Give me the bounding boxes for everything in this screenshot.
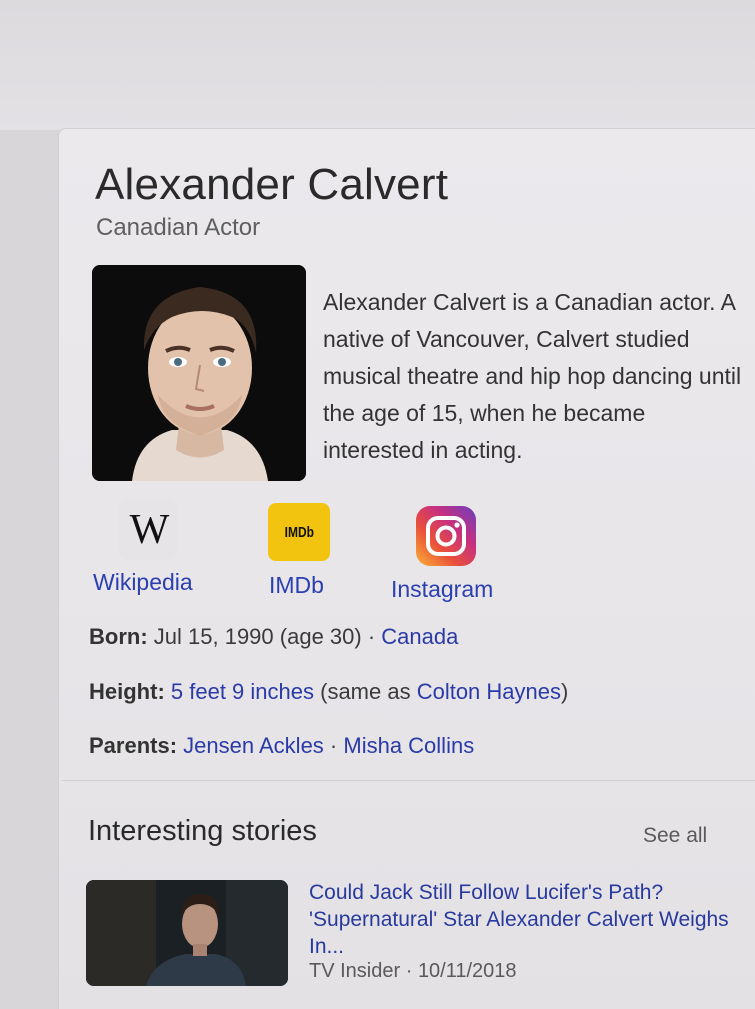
parent-link-1[interactable]: Jensen Ackles	[183, 733, 324, 758]
entity-photo[interactable]	[92, 265, 306, 481]
wikipedia-icon[interactable]: W	[118, 500, 178, 560]
page-background	[0, 0, 755, 130]
imdb-link[interactable]: IMDb	[269, 572, 324, 599]
story-thumbnail[interactable]	[86, 880, 288, 986]
imdb-icon[interactable]: IMDb	[268, 503, 330, 561]
story-headline[interactable]: Could Jack Still Follow Lucifer's Path? …	[309, 879, 729, 960]
section-divider	[62, 780, 755, 781]
stories-title: Interesting stories	[88, 815, 317, 847]
wikipedia-link[interactable]: Wikipedia	[93, 569, 193, 596]
instagram-link[interactable]: Instagram	[391, 576, 493, 603]
entity-description: Alexander Calvert is a Canadian actor. A…	[323, 289, 742, 463]
entity-name: Alexander Calvert	[95, 160, 449, 209]
born-label: Born:	[89, 624, 148, 649]
see-all-button[interactable]: See all	[643, 824, 707, 848]
parents-label: Parents:	[89, 733, 178, 758]
height-comparison-link[interactable]: Colton Haynes	[417, 679, 561, 704]
instagram-icon[interactable]	[416, 506, 476, 566]
born-row: Born: Jul 15, 1990 (age 30) · Canada	[89, 624, 458, 650]
height-label: Height:	[89, 679, 165, 704]
born-value: Jul 15, 1990 (age 30)	[153, 624, 362, 649]
story-meta: TV Insider · 10/11/2018	[309, 960, 517, 983]
parent-link-2[interactable]: Misha Collins	[343, 733, 474, 758]
story-date: 10/11/2018	[417, 960, 517, 982]
height-comparison-prefix: (same as	[314, 679, 417, 704]
entity-subtitle: Canadian Actor	[96, 214, 261, 241]
birthplace-link[interactable]: Canada	[381, 624, 458, 649]
height-row: Height: 5 feet 9 inches (same as Colton …	[89, 679, 568, 705]
height-value-link[interactable]: 5 feet 9 inches	[171, 679, 314, 704]
story-separator: ·	[400, 960, 418, 982]
parents-separator: ·	[323, 733, 344, 758]
parents-row: Parents: Jensen Ackles · Misha Collins	[89, 733, 474, 759]
born-separator: ·	[361, 624, 382, 649]
height-comparison-suffix: )	[561, 679, 569, 704]
story-source: TV Insider	[309, 960, 401, 982]
